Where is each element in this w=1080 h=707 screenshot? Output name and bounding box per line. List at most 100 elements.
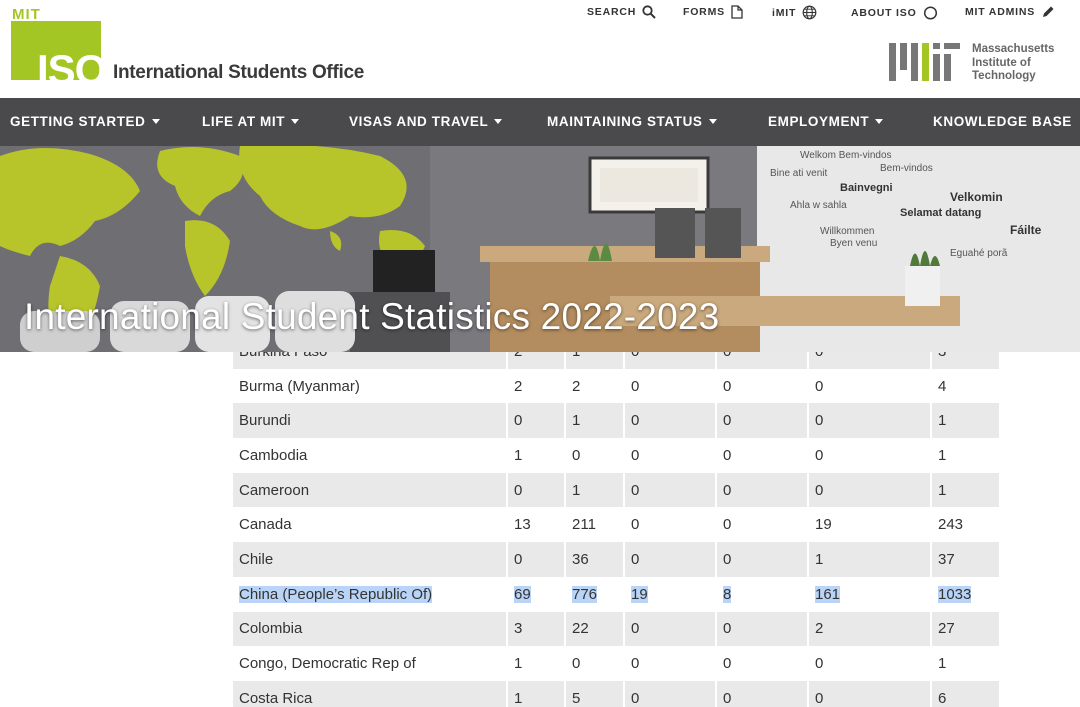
cell-value: 69	[514, 585, 531, 603]
country-cell: Burundi	[233, 403, 507, 439]
caret-down-icon	[875, 119, 884, 124]
cell-value: 0	[631, 377, 640, 395]
value-cell: 5	[564, 680, 624, 707]
caret-down-icon	[708, 119, 717, 124]
cell-value: 0	[723, 412, 732, 430]
mit-admins-link[interactable]: MIT ADMINS	[965, 5, 1055, 19]
statistics-table-container: Burkina Faso210003Burma (Myanmar)220004B…	[233, 352, 999, 707]
nav-maintaining-status[interactable]: MAINTAINING STATUS	[547, 98, 717, 146]
table-row: Colombia 3 22 0 0 2 27	[233, 611, 999, 647]
cell-value: 1	[514, 655, 523, 673]
document-icon	[731, 5, 743, 19]
cell-value: 0	[631, 550, 640, 568]
cell-value: 0	[572, 655, 581, 673]
value-cell: 0	[506, 542, 565, 577]
table-row: Burma (Myanmar) 2 2 0 0 0 4	[233, 368, 999, 404]
cell-value: 3	[514, 620, 523, 638]
value-cell: 0	[715, 611, 808, 647]
circle-icon	[923, 6, 937, 20]
nav-employment[interactable]: EMPLOYMENT	[768, 98, 884, 146]
cell-value: 8	[723, 585, 732, 603]
country-name: Chile	[239, 550, 274, 568]
cell-value: 0	[815, 655, 824, 673]
forms-link[interactable]: FORMS	[683, 5, 743, 19]
svg-text:Bine ati venit: Bine ati venit	[770, 168, 827, 179]
cell-value: 0	[723, 620, 732, 638]
value-cell: 0	[715, 368, 808, 404]
table-row: Congo, Democratic Rep of 1 0 0 0 0 1	[233, 646, 999, 681]
cell-value: 0	[815, 689, 824, 707]
country-cell: China (People’s Republic Of)	[233, 576, 507, 612]
site-header: MIT ISO International Students Office SE…	[0, 0, 1080, 98]
cell-value: 4	[938, 377, 947, 395]
country-name: Burkina Faso	[239, 352, 327, 360]
institute-line: Massachusetts	[972, 43, 1055, 55]
value-cell: 0	[564, 438, 624, 473]
nav-label: VISAS AND TRAVEL	[349, 114, 489, 129]
cell-value: 0	[631, 689, 640, 707]
svg-text:Velkomin: Velkomin	[950, 190, 1003, 204]
cell-value: 19	[631, 585, 648, 603]
cell-value: 211	[572, 516, 596, 534]
page-title: International Student Statistics 2022-20…	[24, 296, 720, 337]
value-cell: 0	[715, 680, 808, 707]
cell-value: 0	[631, 481, 640, 499]
about-iso-link[interactable]: ABOUT ISO	[851, 5, 938, 20]
svg-text:Selamat datang: Selamat datang	[900, 207, 981, 219]
pencil-icon	[1043, 6, 1054, 17]
value-cell: 0	[623, 646, 716, 681]
cell-value: 0	[723, 550, 732, 568]
country-cell: Burma (Myanmar)	[233, 368, 507, 404]
cell-value: 0	[514, 481, 523, 499]
cell-value: 0	[631, 446, 640, 464]
nav-label: MAINTAINING STATUS	[547, 114, 703, 129]
institute-line: Institute of	[972, 56, 1031, 69]
country-cell: Cameroon	[233, 472, 507, 508]
value-cell: 37	[930, 542, 999, 577]
cell-value: 1	[514, 689, 523, 707]
cell-value: 1	[572, 412, 581, 430]
cell-value: 0	[723, 377, 732, 395]
table-row: China (People’s Republic Of) 69 776 19 8 161 1…	[233, 576, 999, 612]
cell-value: 6	[938, 689, 947, 707]
value-cell: 776	[564, 576, 624, 612]
nav-knowledge-base[interactable]: KNOWLEDGE BASE	[933, 98, 1072, 146]
country-name: Costa Rica	[239, 689, 313, 707]
search-link[interactable]: SEARCH	[587, 5, 656, 19]
cell-value: 0	[631, 412, 640, 430]
country-cell: Burkina Faso	[233, 352, 507, 369]
value-cell: 0	[807, 472, 931, 508]
country-cell: Canada	[233, 507, 507, 543]
nav-label: KNOWLEDGE BASE	[933, 114, 1072, 129]
country-name: Cambodia	[239, 446, 308, 464]
nav-visas-and-travel[interactable]: VISAS AND TRAVEL	[349, 98, 503, 146]
cell-value: 1	[514, 446, 523, 464]
value-cell: 36	[564, 542, 624, 577]
imit-link[interactable]: iMIT	[772, 5, 817, 20]
value-cell: 0	[623, 368, 716, 404]
value-cell: 211	[564, 507, 624, 543]
country-name: Colombia	[239, 620, 303, 638]
mit-institute-name: Massachusetts Institute of Technology	[972, 43, 1080, 84]
value-cell: 0	[506, 403, 565, 439]
country-cell: Congo, Democratic Rep of	[233, 646, 507, 681]
value-cell: 161	[807, 576, 931, 612]
cell-value: 0	[514, 550, 523, 568]
nav-label: LIFE AT MIT	[202, 114, 286, 129]
nav-life-at-mit[interactable]: LIFE AT MIT	[202, 98, 300, 146]
value-cell: 0	[564, 646, 624, 681]
cell-value: 36	[572, 550, 589, 568]
globe-icon	[802, 5, 817, 20]
country-name: Canada	[239, 516, 292, 534]
cell-value: 37	[938, 550, 955, 568]
value-cell: 1	[930, 472, 999, 508]
table-body: Burkina Faso210003Burma (Myanmar)220004B…	[233, 352, 999, 707]
nav-getting-started[interactable]: GETTING STARTED	[10, 98, 160, 146]
value-cell: 0	[807, 438, 931, 473]
value-cell: 1	[930, 646, 999, 681]
cell-value: 0	[815, 446, 824, 464]
cell-value: 2	[572, 377, 581, 395]
cell-value: 0	[723, 655, 732, 673]
value-cell: 0	[807, 403, 931, 439]
value-cell: 1	[930, 403, 999, 439]
